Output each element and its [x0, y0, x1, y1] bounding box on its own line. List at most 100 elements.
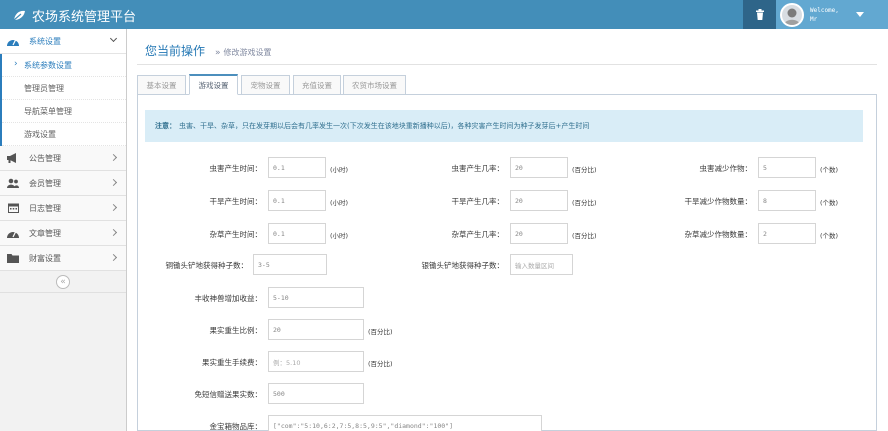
fruit-ratio-input[interactable]: 20	[268, 319, 364, 340]
treasure-chest-input[interactable]: ["com":"5:10,6:2,7:5,8:5,9:5","diamond":…	[268, 415, 542, 431]
user-name: Mr	[810, 15, 818, 23]
sidebar-item-members[interactable]: 会员管理	[0, 171, 126, 196]
sidebar-item-label: 日志管理	[29, 203, 61, 213]
chevron-right-icon	[109, 178, 118, 187]
pest-rate-input[interactable]: 20	[510, 157, 568, 178]
tab-basic-settings[interactable]: 基本设置	[137, 75, 186, 95]
pest-rate-unit: (百分比)	[572, 166, 597, 174]
settings-tabs: 基本设置 游戏设置 宠物设置 充值设置 农贸市场设置	[137, 74, 877, 95]
users-icon	[7, 178, 19, 188]
sidebar-item-logs[interactable]: 日志管理	[0, 196, 126, 221]
drought-reduce-label: 干旱减少作物数量：	[684, 197, 753, 206]
sidebar-collapse-button[interactable]: «	[56, 274, 70, 289]
weed-time-label: 杂草产生时间：	[209, 230, 263, 239]
drought-rate-input[interactable]: 20	[510, 190, 568, 211]
pest-time-input[interactable]: 0.1	[268, 157, 326, 178]
weed-reduce-input[interactable]: 2	[758, 223, 816, 244]
sidebar-item-articles[interactable]: 文章管理	[0, 221, 126, 246]
weed-reduce-unit: (个数)	[820, 232, 839, 240]
pest-time-label: 虫害产生时间：	[209, 164, 263, 173]
sidebar-item-label: 会员管理	[29, 178, 61, 188]
pest-reduce-input[interactable]: 5	[758, 157, 816, 178]
sidebar-subitem-game-settings[interactable]: 游戏设置	[2, 123, 126, 146]
speedometer-icon	[7, 228, 19, 238]
copper-hoe-input[interactable]: 3-5	[253, 254, 327, 275]
sidebar-item-label: 财富设置	[29, 253, 61, 263]
sidebar-subitem-nav-menu-management[interactable]: 导航菜单管理	[2, 100, 126, 123]
tab-panel	[137, 95, 877, 431]
pest-rate-label: 虫害产生几率：	[451, 164, 505, 173]
user-menu[interactable]: Welcome, Mr	[776, 0, 888, 29]
breadcrumb-current: 修改游戏设置	[223, 48, 272, 57]
drought-reduce-unit: (个数)	[820, 199, 839, 207]
sidebar-item-label: 公告管理	[29, 153, 61, 163]
app-title: 农场系统管理平台	[32, 10, 137, 25]
pest-time-unit: (小时)	[330, 166, 349, 174]
sidebar-item-announcements[interactable]: 公告管理	[0, 146, 126, 171]
user-greeting: Welcome,	[810, 6, 839, 14]
tab-recharge-settings[interactable]: 充值设置	[293, 75, 341, 95]
sidebar-item-label: 系统设置	[29, 36, 61, 46]
notice-text: 虫害、干旱、杂草，只在发芽期以后会有几率发生一次(下次发生在该地块重新播种以后)…	[179, 122, 590, 130]
weed-time-input[interactable]: 0.1	[268, 223, 326, 244]
dashboard-icon	[7, 36, 19, 46]
fruit-ratio-unit: (百分比)	[368, 328, 393, 336]
fruit-ratio-label: 果实重生比例：	[209, 326, 263, 335]
sidebar-item-label: 文章管理	[29, 228, 61, 238]
user-info: Welcome, Mr	[810, 6, 839, 24]
weed-reduce-label: 杂草减少作物数量：	[684, 230, 753, 239]
breadcrumb: 您当前操作 » 修改游戏设置	[145, 42, 272, 59]
drought-time-input[interactable]: 0.1	[268, 190, 326, 211]
top-navbar: 农场系统管理平台 Welcome, Mr	[0, 0, 888, 29]
page-title: 您当前操作	[145, 44, 206, 58]
sidebar-item-system-settings[interactable]: 系统设置	[0, 29, 126, 54]
drought-time-label: 干旱产生时间：	[209, 197, 263, 206]
weed-rate-label: 杂草产生几率：	[451, 230, 505, 239]
calendar-icon	[7, 203, 19, 213]
sidebar: 系统设置 系统参数设置 管理员管理 导航菜单管理 游戏设置 公告管理 会员管理 …	[0, 29, 127, 431]
drought-reduce-input[interactable]: 8	[758, 190, 816, 211]
fruit-fee-unit: (百分比)	[368, 360, 393, 368]
breadcrumb-separator: »	[215, 48, 221, 58]
weed-rate-input[interactable]: 20	[510, 223, 568, 244]
harvest-beast-label: 丰收神兽增加收益：	[194, 294, 263, 303]
notification-button[interactable]	[743, 0, 776, 29]
fruit-fee-input[interactable]: 例：5.10	[268, 351, 364, 372]
sms-gift-input[interactable]: 500	[268, 383, 364, 404]
sidebar-subitem-system-params[interactable]: 系统参数设置	[2, 54, 126, 77]
drought-time-unit: (小时)	[330, 199, 349, 207]
drought-rate-unit: (百分比)	[572, 199, 597, 207]
tab-pet-settings[interactable]: 宠物设置	[241, 75, 290, 95]
silver-hoe-label: 银锄头铲地获得种子数：	[421, 261, 505, 270]
treasure-chest-label: 金宝箱物品库：	[209, 422, 263, 431]
divider	[137, 64, 877, 65]
notice-alert: 注意： 虫害、干旱、杂草，只在发芽期以后会有几率发生一次(下次发生在该地块重新播…	[145, 110, 863, 142]
fruit-fee-label: 果实重生手续费：	[202, 358, 262, 367]
brand[interactable]: 农场系统管理平台	[13, 6, 136, 25]
folder-icon	[7, 253, 19, 263]
pest-reduce-unit: (个数)	[820, 166, 839, 174]
avatar	[780, 2, 804, 27]
sidebar-item-wealth-settings[interactable]: 财富设置	[0, 246, 126, 271]
submenu-system-settings: 系统参数设置 管理员管理 导航菜单管理 游戏设置	[0, 54, 126, 146]
copper-hoe-label: 铜锄头铲地获得种子数：	[165, 261, 249, 270]
sms-gift-label: 免短信赠送果实数：	[194, 390, 263, 399]
tab-market-settings[interactable]: 农贸市场设置	[343, 75, 406, 95]
bullhorn-icon	[7, 153, 19, 163]
leaf-icon	[13, 10, 25, 21]
pest-reduce-label: 虫害减少作物：	[699, 164, 753, 173]
weed-rate-unit: (百分比)	[572, 232, 597, 240]
chevron-down-icon	[109, 34, 118, 43]
weed-time-unit: (小时)	[330, 232, 349, 240]
silver-hoe-input[interactable]: 输入数量区间	[510, 254, 573, 275]
drought-rate-label: 干旱产生几率：	[451, 197, 505, 206]
harvest-beast-input[interactable]: 5-10	[268, 287, 364, 308]
chevron-right-icon	[109, 228, 118, 237]
chevron-right-icon	[109, 253, 118, 262]
sidebar-subitem-admin-management[interactable]: 管理员管理	[2, 77, 126, 100]
trash-icon	[755, 9, 764, 20]
sidebar-collapse-bar: «	[0, 271, 126, 293]
notice-label: 注意：	[155, 122, 176, 130]
chevron-right-icon	[109, 153, 118, 162]
tab-game-settings[interactable]: 游戏设置	[189, 74, 238, 95]
